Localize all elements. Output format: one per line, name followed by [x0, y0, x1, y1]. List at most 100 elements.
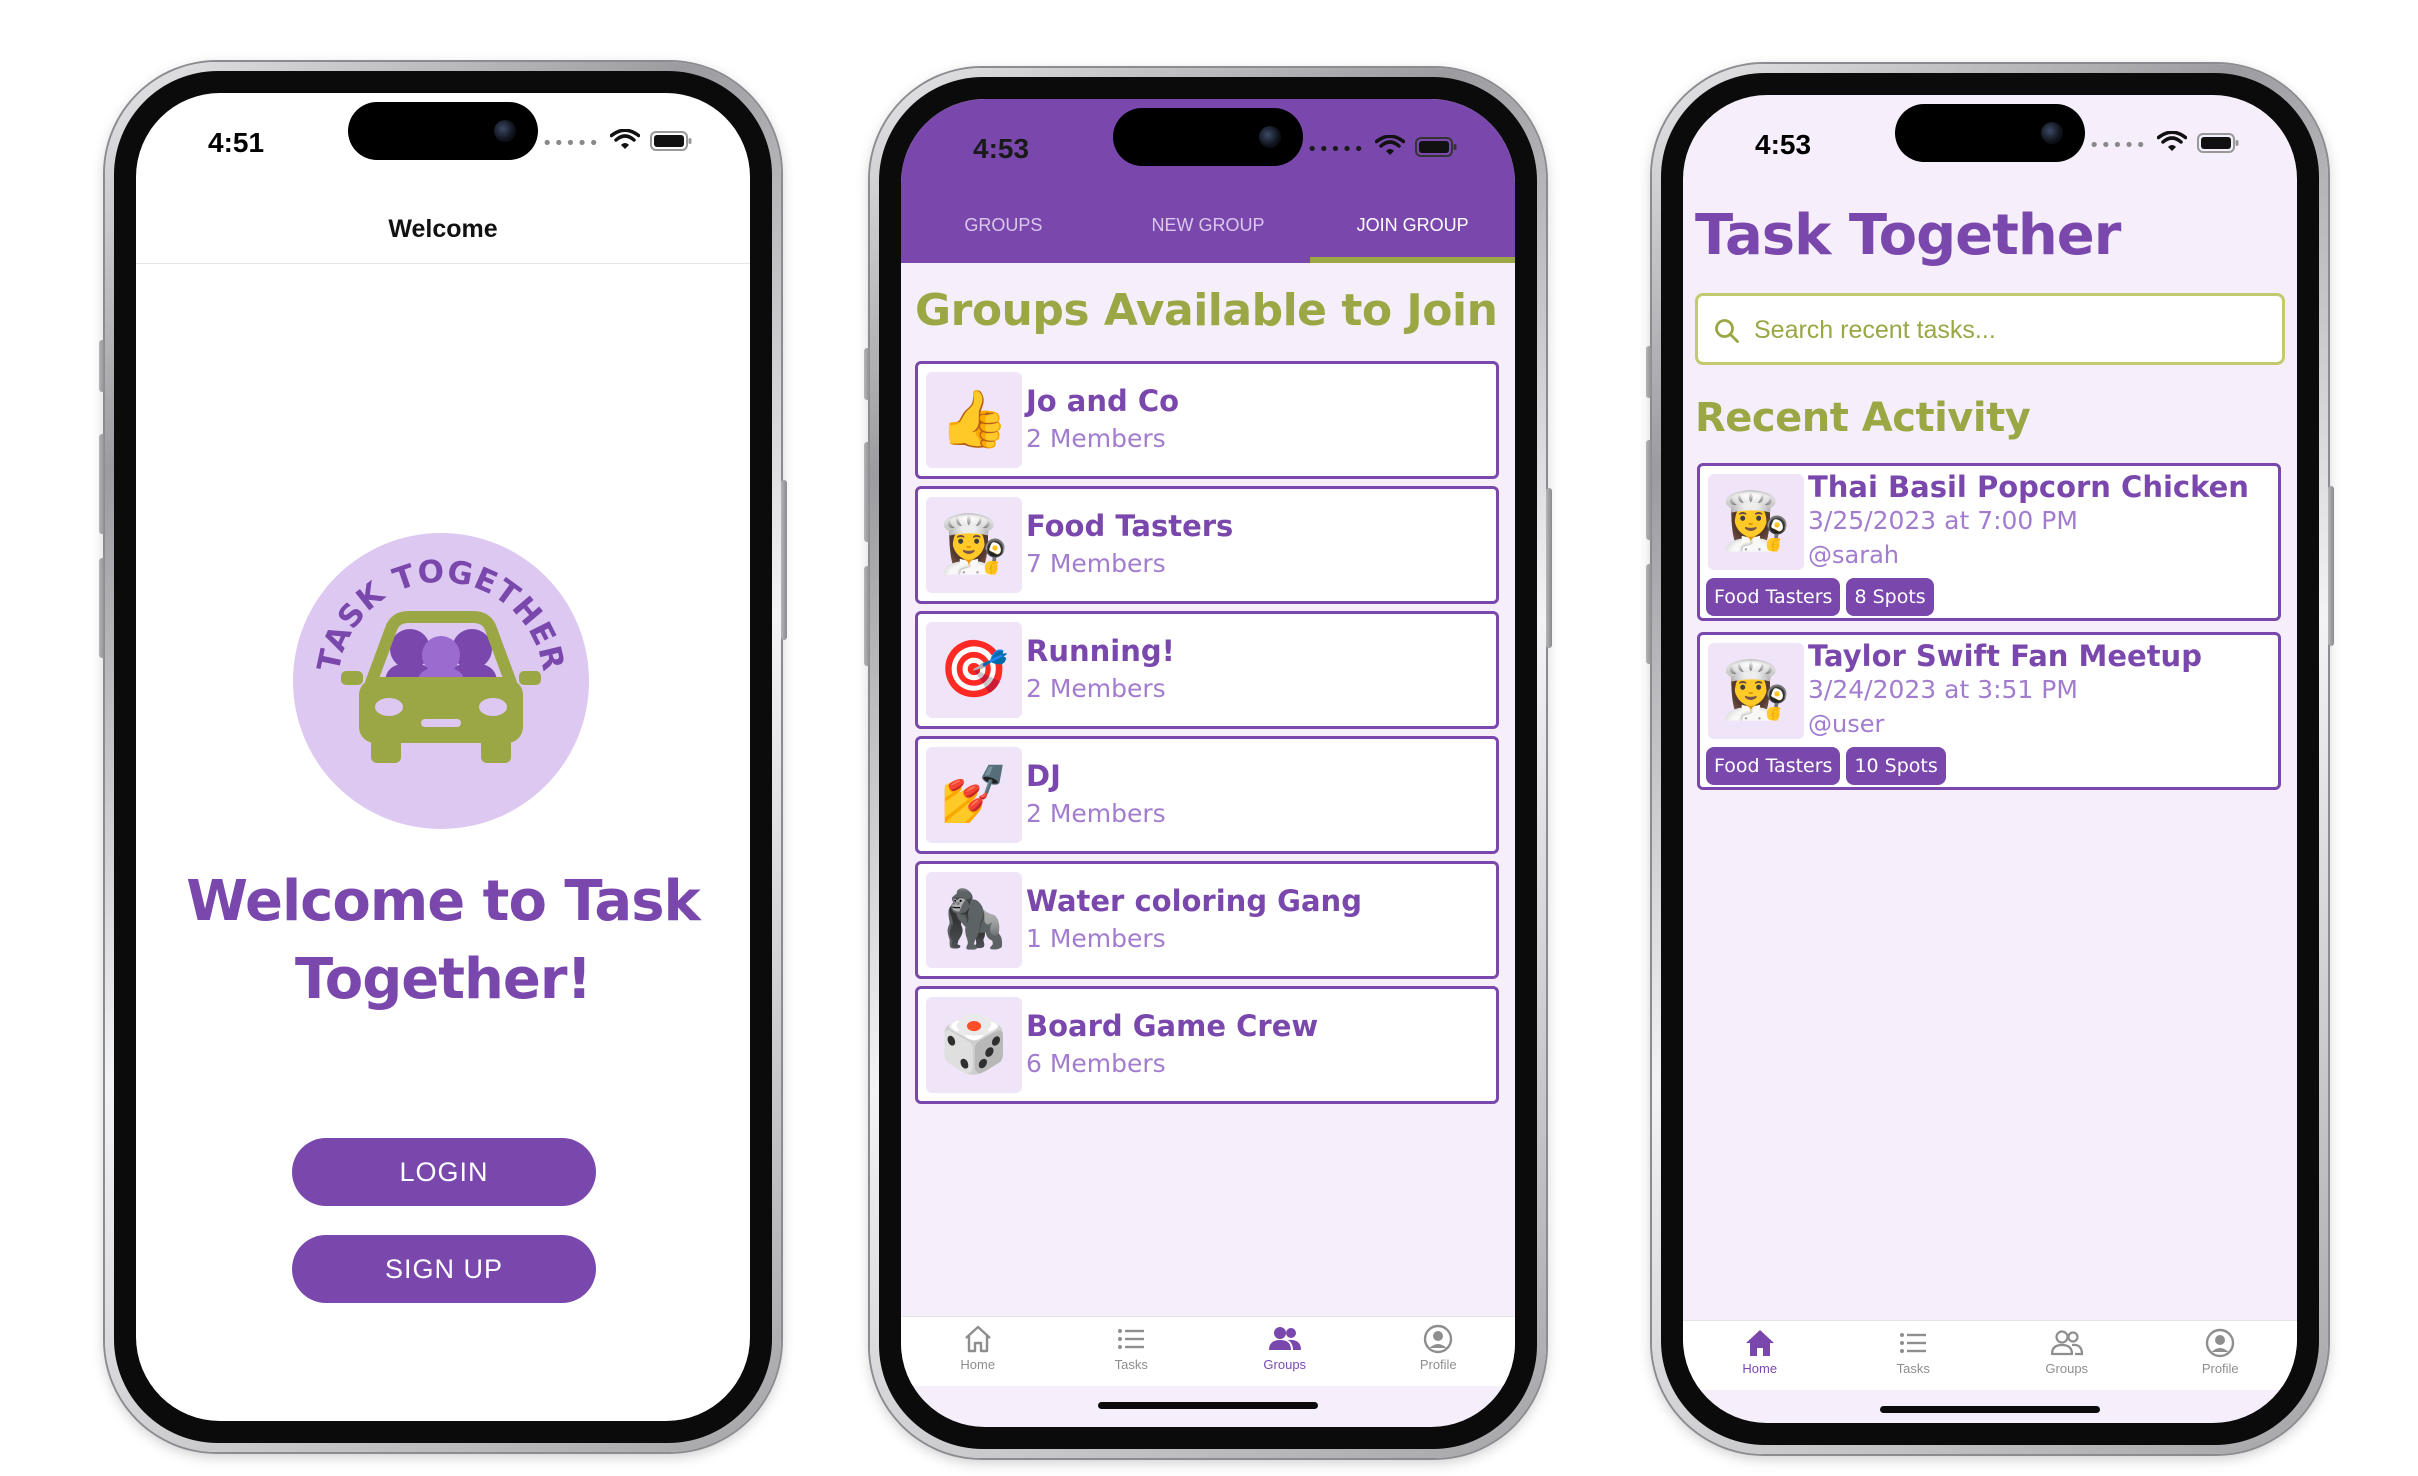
group-card[interactable]: 👩‍🍳 Food Tasters 7 Members	[915, 486, 1499, 604]
bottom-tab-label: Home	[1742, 1361, 1778, 1376]
tab-new-group[interactable]: NEW GROUP	[1106, 207, 1311, 263]
wifi-icon	[2157, 131, 2187, 151]
activity-title: Taylor Swift Fan Meetup	[1808, 639, 2202, 673]
spots-tag: 10 Spots	[1846, 747, 1946, 785]
group-member-count: 1 Members	[1026, 924, 1166, 953]
phone-bezel: 4:53 ••••• GROUPS NEW GROUP JOIN GROUP G…	[879, 77, 1537, 1449]
volume-down-button	[1646, 564, 1652, 664]
search-icon	[1715, 319, 1739, 343]
bottom-tab-profile[interactable]: Profile	[1362, 1317, 1516, 1386]
wifi-icon	[1375, 135, 1405, 155]
bottom-tab-label: Home	[960, 1357, 996, 1372]
volume-down-button	[99, 558, 105, 658]
phone-bezel: 4:53 ••••• Task Together Search recent t…	[1661, 73, 2319, 1445]
activity-date: 3/24/2023 at 3:51 PM	[1808, 675, 2078, 704]
group-card[interactable]: 🎲 Board Game Crew 6 Members	[915, 986, 1499, 1104]
spots-tag: 8 Spots	[1846, 578, 1934, 616]
section-title: Groups Available to Join	[915, 285, 1498, 336]
group-card[interactable]: 💅 DJ 2 Members	[915, 736, 1499, 854]
section-title: Recent Activity	[1695, 395, 2031, 441]
bottom-tab-label: Tasks	[1896, 1361, 1930, 1376]
bottom-tab-groups[interactable]: Groups	[1990, 1321, 2144, 1390]
group-member-count: 6 Members	[1026, 1049, 1166, 1078]
status-time: 4:51	[208, 127, 265, 158]
activity-emoji-icon: 👩‍🍳	[1708, 474, 1804, 570]
person-circle-icon	[2206, 1328, 2235, 1358]
nav-title: Welcome	[388, 215, 498, 243]
group-tag[interactable]: Food Tasters	[1706, 747, 1841, 785]
bottom-tab-label: Profile	[2201, 1361, 2239, 1376]
search-bar[interactable]	[1695, 293, 2285, 365]
bottom-tab-tasks[interactable]: Tasks	[1055, 1317, 1209, 1386]
group-name: Jo and Co	[1026, 384, 1180, 418]
status-time: 4:53	[973, 133, 1030, 164]
phone-bezel: 4:51 ••••• Welcome TASK TOGETHER Welcome…	[114, 71, 772, 1443]
tab-groups[interactable]: GROUPS	[901, 207, 1106, 263]
people-icon	[2050, 1330, 2083, 1356]
battery-icon	[1415, 137, 1457, 157]
group-name: Food Tasters	[1026, 509, 1234, 543]
group-emoji-icon: 👩‍🍳	[926, 497, 1022, 593]
nav-divider	[136, 263, 750, 264]
status-time: 4:53	[1755, 129, 1812, 160]
volume-up-button	[1646, 440, 1652, 540]
bottom-tab-tasks[interactable]: Tasks	[1837, 1321, 1991, 1390]
power-button	[781, 480, 787, 640]
activity-title: Thai Basil Popcorn Chicken	[1808, 470, 2249, 504]
activity-user: @user	[1808, 710, 1885, 738]
list-icon	[1118, 1329, 1145, 1349]
activity-user: @sarah	[1808, 541, 1899, 569]
volume-up-button	[99, 434, 105, 534]
group-emoji-icon: 👍	[926, 372, 1022, 468]
group-card[interactable]: 🦍 Water coloring Gang 1 Members	[915, 861, 1499, 979]
top-tab-bar: GROUPS NEW GROUP JOIN GROUP	[901, 207, 1515, 263]
group-card[interactable]: 👍 Jo and Co 2 Members	[915, 361, 1499, 479]
bottom-tab-label: Groups	[1263, 1357, 1307, 1372]
group-emoji-icon: 🎯	[926, 622, 1022, 718]
app-title: Task Together	[1695, 203, 2121, 268]
house-icon	[1745, 1330, 1774, 1356]
bottom-tab-label: Profile	[1419, 1357, 1457, 1372]
welcome-heading: Welcome to Task Together!	[156, 863, 730, 1019]
signal-dots-icon: •••••	[541, 133, 600, 154]
dynamic-island	[1113, 108, 1303, 166]
house-icon	[964, 1325, 991, 1353]
task-together-logo: TASK TOGETHER	[293, 533, 589, 829]
login-button[interactable]: LOGIN	[292, 1138, 596, 1206]
group-member-count: 2 Members	[1026, 799, 1166, 828]
list-icon	[1900, 1333, 1927, 1353]
side-button	[1646, 346, 1652, 398]
group-name: Board Game Crew	[1026, 1009, 1319, 1043]
home-screen: 4:53 ••••• Task Together Search recent t…	[1683, 95, 2297, 1423]
activity-emoji-icon: 👩‍🍳	[1708, 643, 1804, 739]
group-emoji-icon: 🦍	[926, 872, 1022, 968]
phone-join-group-screen: 4:53 ••••• GROUPS NEW GROUP JOIN GROUP G…	[864, 68, 1552, 1458]
bottom-tab-home[interactable]: Home	[901, 1317, 1055, 1386]
home-indicator	[1098, 1402, 1318, 1409]
bottom-tab-groups[interactable]: Groups	[1208, 1317, 1362, 1386]
sign-up-button[interactable]: SIGN UP	[292, 1235, 596, 1303]
bottom-tab-profile[interactable]: Profile	[2144, 1321, 2298, 1390]
bottom-tab-home[interactable]: Home	[1683, 1321, 1837, 1390]
search-input[interactable]	[1754, 310, 2274, 350]
bottom-tab-label: Groups	[2045, 1361, 2089, 1376]
group-name: Water coloring Gang	[1026, 884, 1362, 918]
volume-down-button	[864, 566, 870, 666]
activity-card[interactable]: 👩‍🍳 Thai Basil Popcorn Chicken 3/25/2023…	[1697, 463, 2281, 621]
welcome-heading-line-2: Together!	[294, 947, 592, 1012]
signal-dots-icon: •••••	[1306, 139, 1365, 160]
wifi-icon	[610, 129, 640, 149]
activity-card[interactable]: 👩‍🍳 Taylor Swift Fan Meetup 3/24/2023 at…	[1697, 632, 2281, 790]
people-icon	[1268, 1327, 1301, 1350]
group-tag[interactable]: Food Tasters	[1706, 578, 1841, 616]
group-card[interactable]: 🎯 Running! 2 Members	[915, 611, 1499, 729]
activity-date: 3/25/2023 at 7:00 PM	[1808, 506, 2078, 535]
group-emoji-icon: 💅	[926, 747, 1022, 843]
group-member-count: 7 Members	[1026, 549, 1166, 578]
bottom-tab-bar: Home Tasks Groups Profile	[1683, 1320, 2297, 1390]
power-button	[1546, 488, 1552, 648]
tab-join-group[interactable]: JOIN GROUP	[1310, 207, 1515, 263]
bottom-tab-bar: Home Tasks Groups Profile	[901, 1316, 1515, 1386]
group-member-count: 2 Members	[1026, 674, 1166, 703]
group-member-count: 2 Members	[1026, 424, 1166, 453]
